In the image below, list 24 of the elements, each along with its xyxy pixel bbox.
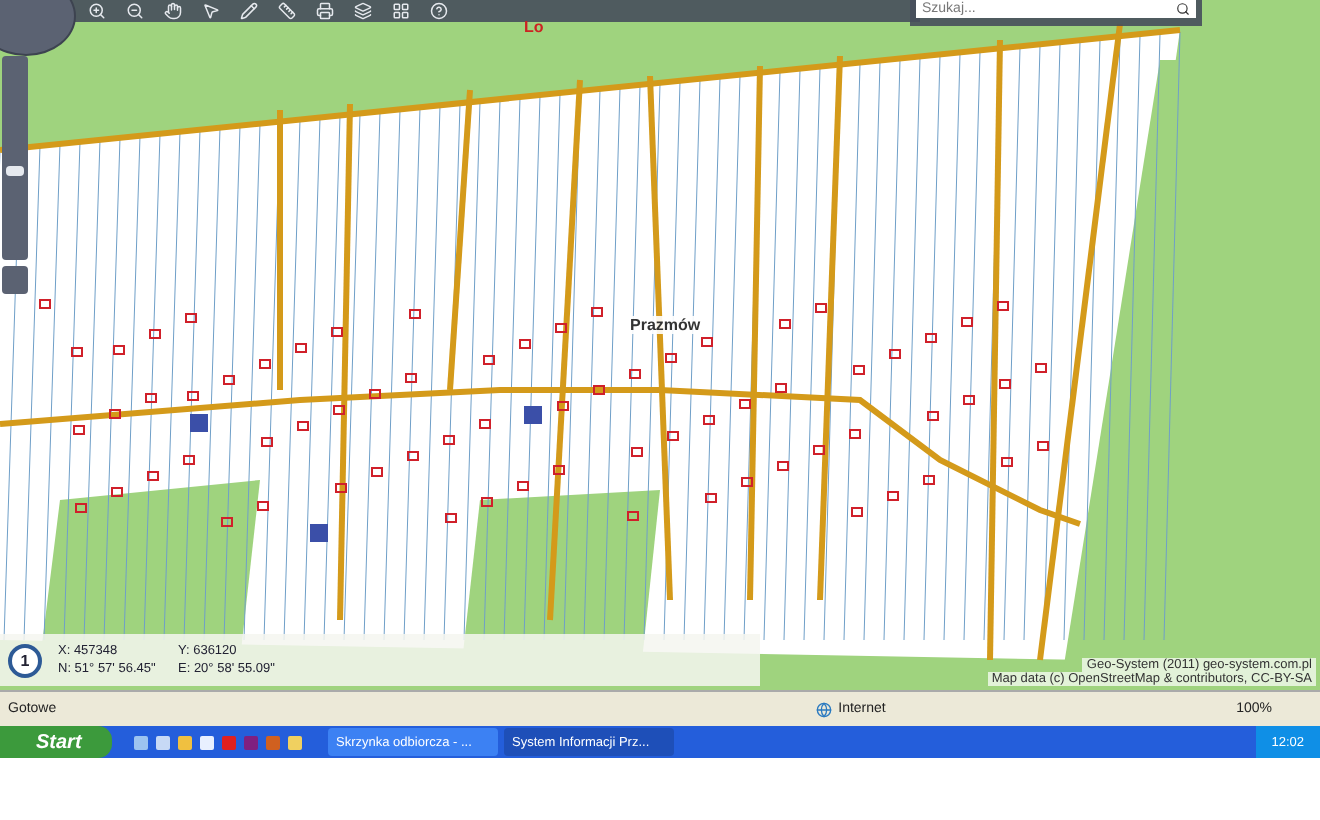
- desktop-icon[interactable]: [134, 735, 148, 749]
- media-icon[interactable]: [178, 735, 192, 749]
- printer-icon[interactable]: [316, 2, 334, 20]
- zoom-slider-thumb[interactable]: [6, 166, 24, 177]
- scale-badge: 1: [8, 643, 42, 677]
- zoom-out-icon[interactable]: [126, 2, 144, 20]
- pointer-icon[interactable]: [202, 2, 220, 20]
- start-button[interactable]: Start: [0, 726, 112, 758]
- hand-icon[interactable]: [164, 2, 182, 20]
- zoom-slider[interactable]: [2, 56, 28, 260]
- search-icon[interactable]: [1176, 2, 1190, 16]
- ruler-icon[interactable]: [278, 2, 296, 20]
- zoom-in-icon[interactable]: [88, 2, 106, 20]
- place-label: Prazmów: [628, 316, 703, 334]
- messenger-icon[interactable]: [288, 735, 302, 749]
- browser-icon[interactable]: [200, 735, 214, 749]
- panel-toggle-button[interactable]: [2, 266, 28, 294]
- folder-icon[interactable]: [156, 735, 170, 749]
- grid-icon[interactable]: [392, 2, 410, 20]
- pencil-icon[interactable]: [240, 2, 258, 20]
- globe-icon: [816, 701, 833, 717]
- layers-icon[interactable]: [354, 2, 372, 20]
- map-label: Lo: [524, 18, 544, 36]
- help-icon[interactable]: [430, 2, 448, 20]
